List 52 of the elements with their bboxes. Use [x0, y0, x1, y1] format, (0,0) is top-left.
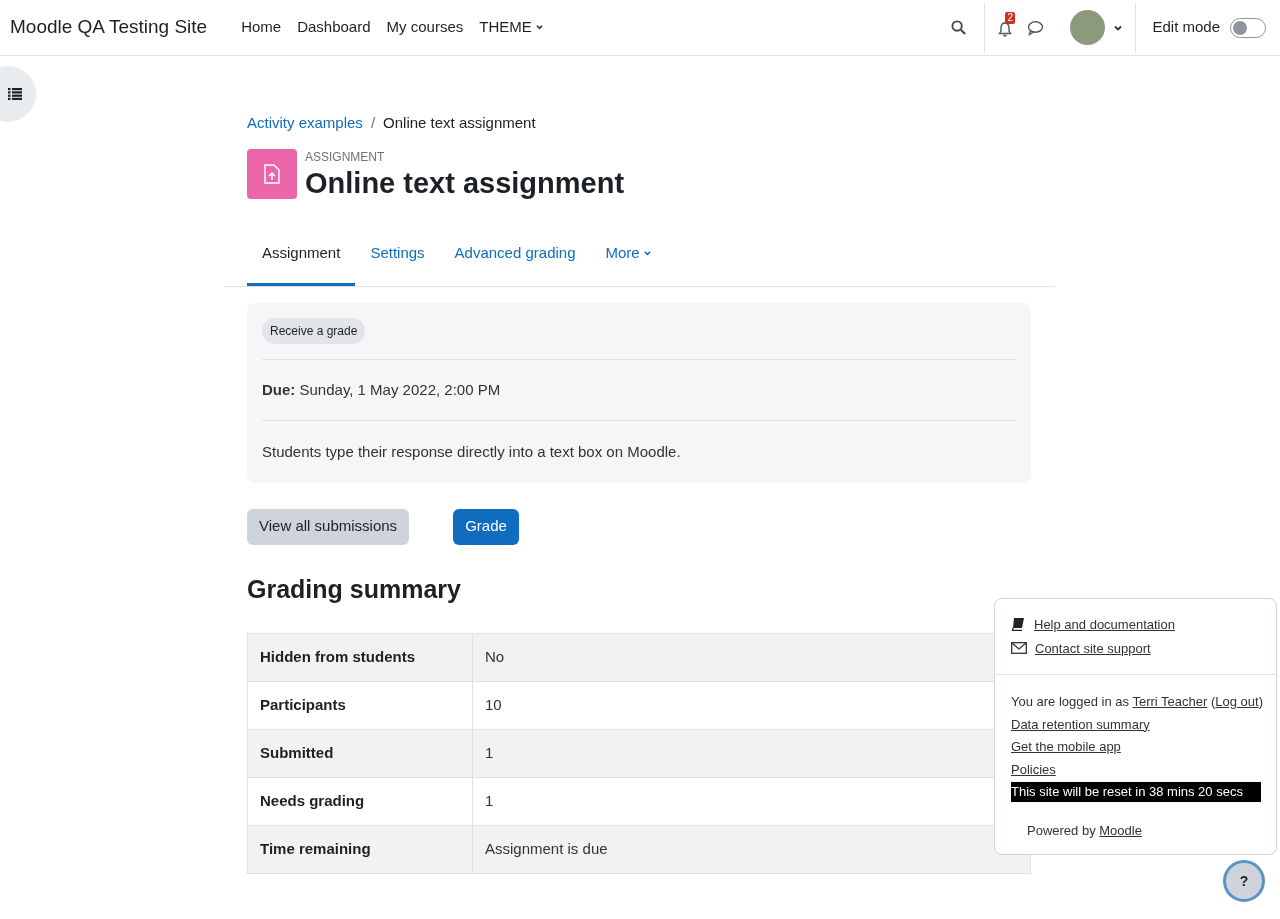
nav-link[interactable]: THEME [479, 16, 544, 39]
book-icon [1011, 618, 1025, 632]
row-label: Needs grading [247, 777, 473, 826]
notification-count: 2 [1005, 11, 1015, 24]
footer-text: You are logged in as [1011, 694, 1131, 709]
footer-text: ) [1258, 694, 1263, 709]
tab[interactable]: Advanced grading [439, 223, 591, 286]
file-upload-icon [264, 163, 280, 184]
grade-button[interactable]: Grade [453, 508, 519, 545]
activity-type-label: ASSIGNMENT [305, 148, 386, 166]
avatar[interactable] [1070, 10, 1106, 45]
due-date: Due: Sunday, 1 May 2022, 2:00 PM [262, 380, 501, 398]
tab[interactable]: Settings [355, 223, 440, 286]
search-icon[interactable] [951, 20, 967, 35]
breadcrumb-current: Online text assignment [383, 113, 536, 133]
footer-link[interactable]: Policies [1011, 759, 1056, 779]
moodle-link[interactable]: Moodle [1099, 822, 1142, 838]
caret-icon[interactable] [1113, 23, 1124, 32]
tab[interactable]: More [590, 223, 667, 286]
tab[interactable]: Assignment [247, 223, 356, 286]
help-link[interactable]: Contact site support [1035, 638, 1151, 658]
edit-mode-label: Edit mode [1152, 17, 1220, 38]
user-link[interactable]: Terri Teacher [1132, 694, 1208, 709]
view-submissions-button[interactable]: View all submissions [247, 508, 410, 545]
caret-icon [534, 24, 544, 31]
chat-bubble-icon[interactable] [1027, 19, 1045, 36]
reset-notice: This site will be reset in 38 mins 20 secs [1011, 782, 1261, 802]
list-icon [8, 88, 22, 100]
row-label: Time remaining [247, 825, 473, 874]
caret-icon [642, 249, 652, 257]
row-label: Participants [247, 681, 473, 730]
help-button[interactable]: ? [1223, 860, 1265, 902]
section-heading: Grading summary [247, 573, 462, 605]
nav-link[interactable]: Dashboard [297, 16, 371, 39]
footer-link[interactable]: Get the mobile app [1011, 737, 1121, 757]
page-title: Online text assignment [305, 165, 625, 200]
footer-text: ( [1209, 694, 1216, 709]
completion-badge: Receive a grade [262, 317, 366, 344]
breadcrumb-separator: / [370, 113, 376, 133]
edit-mode-toggle[interactable] [1230, 17, 1266, 38]
logout-link[interactable]: Log out [1215, 694, 1259, 709]
activity-description: Students type their response directly into a text box on Moodle. [262, 442, 681, 460]
bell-icon[interactable] [997, 20, 1014, 38]
breadcrumb-link[interactable]: Activity examples [247, 112, 363, 135]
row-label: Hidden from students [247, 633, 473, 682]
envelope-icon [1011, 642, 1027, 655]
nav-link[interactable]: Home [241, 16, 282, 39]
help-link[interactable]: Help and documentation [1034, 615, 1175, 635]
nav-link[interactable]: My courses [386, 16, 464, 39]
footer-link[interactable]: Data retention summary [1011, 714, 1150, 734]
row-label: Submitted [247, 729, 473, 778]
site-name[interactable]: Moodle QA Testing Site [10, 13, 208, 42]
